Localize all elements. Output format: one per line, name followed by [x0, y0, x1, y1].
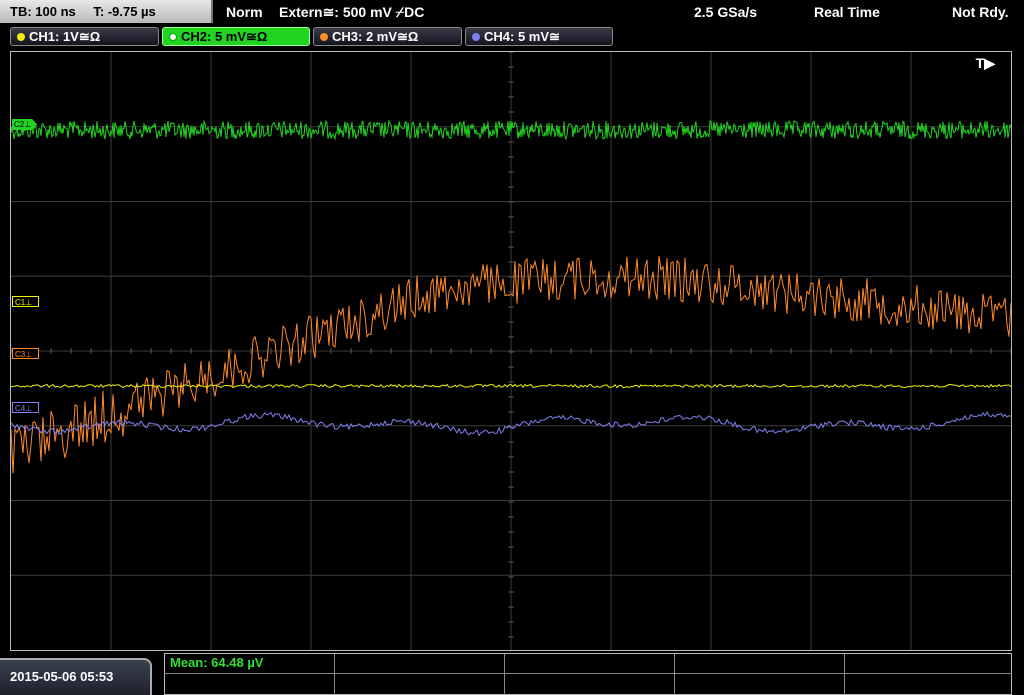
waveform-display: [11, 52, 1011, 650]
ch3-offset-marker[interactable]: C3⊥: [12, 348, 40, 359]
channel-bar: CH1: 1V≅Ω CH2: 5 mV≅Ω CH3: 2 mV≅Ω CH4: 5…: [0, 25, 1024, 49]
ch4-label: CH4: 5 mV≅: [484, 29, 560, 44]
mean-measurement: Mean: 64.48 µV: [170, 655, 264, 670]
measurement-cell: [845, 654, 1011, 674]
ch1-color-dot: [17, 33, 25, 41]
ch1-offset-marker[interactable]: C1⊥: [12, 296, 40, 307]
trigger-source[interactable]: Extern≅: 500 mV ⌿DC: [279, 0, 424, 24]
sample-rate: 2.5 GSa/s: [694, 4, 758, 20]
timebase-box[interactable]: TB: 100 ns T: -9.75 µs: [0, 0, 213, 23]
timebase-value: TB: 100 ns: [10, 4, 76, 19]
trigger-position-marker: T▶: [975, 55, 995, 71]
ch3-color-dot: [320, 33, 328, 41]
grid-lines: [11, 52, 1011, 650]
measurement-cell: Mean: 64.48 µV: [165, 654, 335, 674]
trigger-offset-value: T: -9.75 µs: [93, 4, 156, 19]
channel-tab-ch4[interactable]: CH4: 5 mV≅: [465, 27, 613, 46]
waveform-grid[interactable]: T▶: [10, 51, 1012, 651]
ch2-offset-marker[interactable]: C2⊥: [12, 119, 38, 130]
measurement-cell: [335, 674, 505, 695]
ch2-color-dot: [169, 33, 177, 41]
trigger-mode[interactable]: Norm: [226, 0, 263, 24]
measurement-cell: [505, 674, 675, 695]
datetime-display: 2015-05-06 05:53: [0, 658, 152, 695]
ch4-offset-marker[interactable]: C4⊥: [12, 402, 40, 413]
ch4-color-dot: [472, 33, 480, 41]
measurement-cell: [505, 654, 675, 674]
measurement-cell: [675, 654, 845, 674]
channel-tab-ch1[interactable]: CH1: 1V≅Ω: [10, 27, 159, 46]
channel-tab-ch3[interactable]: CH3: 2 mV≅Ω: [313, 27, 462, 46]
ch2-label: CH2: 5 mV≅Ω: [181, 29, 268, 44]
measurement-cell: [845, 674, 1011, 695]
acquisition-state: Not Rdy.: [952, 4, 1009, 20]
channel-tab-ch2[interactable]: CH2: 5 mV≅Ω: [162, 27, 310, 46]
measurement-cell: [165, 674, 335, 695]
status-bar: TB: 100 ns T: -9.75 µs Norm Extern≅: 500…: [0, 0, 1024, 24]
measurement-table[interactable]: Mean: 64.48 µV: [164, 653, 1012, 695]
measurement-cell: [675, 674, 845, 695]
measurement-cell: [335, 654, 505, 674]
acquisition-mode: Real Time: [814, 4, 880, 20]
ch1-label: CH1: 1V≅Ω: [29, 29, 101, 44]
ch3-label: CH3: 2 mV≅Ω: [332, 29, 419, 44]
